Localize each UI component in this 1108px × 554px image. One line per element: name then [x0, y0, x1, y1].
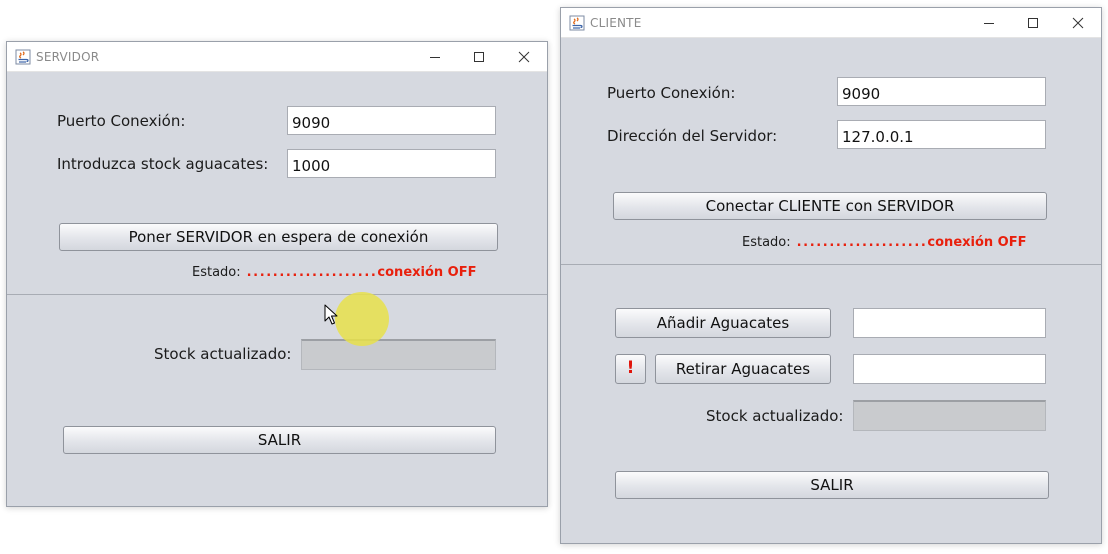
puerto-label: Puerto Conexión: — [607, 84, 736, 102]
status-line: Estado: ....................conexión OFF — [192, 265, 477, 280]
window-title: CLIENTE — [590, 16, 642, 30]
cliente-titlebar[interactable]: CLIENTE — [561, 8, 1101, 38]
window-title: SERVIDOR — [36, 50, 100, 64]
status-label: Estado: — [742, 235, 791, 250]
puerto-input[interactable] — [837, 77, 1046, 106]
maximize-icon[interactable] — [1023, 13, 1043, 33]
minimize-icon[interactable] — [979, 13, 999, 33]
java-app-icon — [569, 15, 585, 31]
status-label: Estado: — [192, 265, 241, 280]
close-icon[interactable] — [514, 47, 534, 67]
status-line: Estado: ....................conexión OFF — [742, 235, 1027, 250]
status-value: conexión OFF — [377, 265, 477, 280]
stock-label: Introduzca stock aguacates: — [57, 155, 269, 173]
stock-actualizado-field — [301, 339, 496, 370]
connect-button[interactable]: Conectar CLIENTE con SERVIDOR — [613, 192, 1047, 220]
salir-button[interactable]: SALIR — [63, 426, 496, 454]
separator — [7, 294, 547, 295]
puerto-label: Puerto Conexión: — [57, 112, 186, 130]
puerto-input[interactable] — [287, 106, 496, 135]
maximize-icon[interactable] — [469, 47, 489, 67]
anadir-input[interactable] — [853, 308, 1046, 338]
retirar-input[interactable] — [853, 354, 1046, 384]
stock-actualizado-label: Stock actualizado: — [706, 407, 844, 425]
alert-button[interactable]: ! — [615, 354, 646, 384]
retirar-aguacates-button[interactable]: Retirar Aguacates — [655, 354, 831, 384]
direccion-label: Dirección del Servidor: — [607, 127, 778, 145]
status-dots: .................... — [796, 235, 928, 250]
stock-actualizado-field — [853, 400, 1046, 431]
click-highlight-icon — [335, 292, 389, 346]
stock-input[interactable] — [287, 149, 496, 178]
servidor-window: SERVIDOR Puerto Conexión: Introduzca sto… — [6, 41, 548, 507]
close-icon[interactable] — [1068, 13, 1088, 33]
cliente-window: CLIENTE Puerto Conexión: Dirección del S… — [560, 7, 1102, 544]
direccion-input[interactable] — [837, 120, 1046, 149]
status-dots: .................... — [246, 265, 378, 280]
salir-button[interactable]: SALIR — [615, 471, 1049, 499]
stock-actualizado-label: Stock actualizado: — [154, 345, 292, 363]
anadir-aguacates-button[interactable]: Añadir Aguacates — [615, 308, 831, 338]
java-app-icon — [15, 49, 31, 65]
mouse-pointer-icon — [324, 304, 338, 330]
status-value: conexión OFF — [927, 235, 1027, 250]
minimize-icon[interactable] — [425, 47, 445, 67]
wait-connection-button[interactable]: Poner SERVIDOR en espera de conexión — [59, 223, 498, 251]
servidor-titlebar[interactable]: SERVIDOR — [7, 42, 547, 72]
separator — [561, 264, 1101, 265]
